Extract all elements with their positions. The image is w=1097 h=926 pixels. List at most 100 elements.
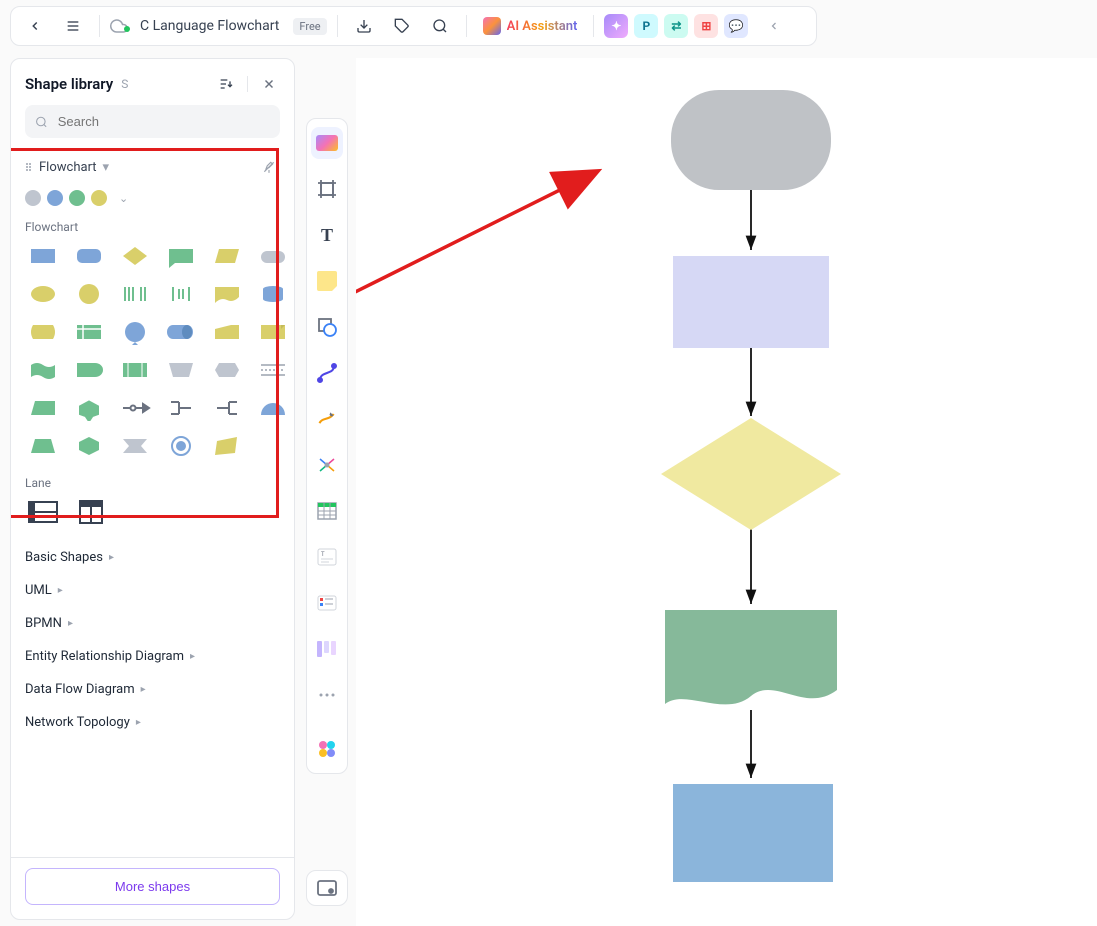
text-tool[interactable]: T: [311, 219, 343, 251]
flowchart-shape[interactable]: [71, 432, 107, 460]
text-icon: T: [321, 225, 333, 246]
flowchart-group-label: Flowchart: [25, 214, 280, 242]
minimap-toggle[interactable]: [306, 870, 348, 906]
flowchart-shape[interactable]: [25, 318, 61, 346]
flowchart-shape[interactable]: [71, 242, 107, 270]
chevron-down-icon[interactable]: ⌄: [119, 192, 128, 205]
chevron-right-icon: ▸: [136, 717, 141, 728]
shape-category-item[interactable]: BPMN▸: [25, 616, 280, 631]
templates-tool[interactable]: [311, 127, 343, 159]
flowchart-shape[interactable]: [71, 356, 107, 384]
flowchart-shape[interactable]: [117, 356, 153, 384]
table-tool[interactable]: [311, 495, 343, 527]
flowchart-shape[interactable]: [163, 280, 199, 308]
cloud-status-icon: [110, 17, 130, 35]
lane-horizontal-shape[interactable]: [25, 498, 61, 526]
color-swatch[interactable]: [25, 190, 41, 206]
collapse-right-button[interactable]: [758, 10, 790, 42]
back-button[interactable]: [19, 10, 51, 42]
flowchart-shape[interactable]: [117, 432, 153, 460]
shape-category-item[interactable]: Data Flow Diagram▸: [25, 682, 280, 697]
flowchart-shape[interactable]: [255, 242, 291, 270]
mindmap-tool[interactable]: [311, 449, 343, 481]
more-shapes-button[interactable]: More shapes: [25, 868, 280, 905]
chevron-right-icon: ▸: [109, 552, 114, 563]
shape-category-item[interactable]: UML▸: [25, 583, 280, 598]
flowchart-shape[interactable]: [255, 318, 291, 346]
flowchart-shape[interactable]: [117, 394, 153, 422]
flowchart-shape[interactable]: [25, 432, 61, 460]
sort-button[interactable]: [215, 73, 237, 95]
mini-app-tile[interactable]: 💬: [724, 14, 748, 38]
kanban-tool[interactable]: [311, 633, 343, 665]
card-tool[interactable]: T: [311, 541, 343, 573]
canvas-process-shape-1[interactable]: [673, 256, 829, 352]
apps-tool[interactable]: [311, 733, 343, 765]
shape-tool-icon: [317, 317, 337, 337]
flowchart-shape[interactable]: [255, 394, 291, 422]
flowchart-shape[interactable]: [209, 318, 245, 346]
flowchart-shape[interactable]: [209, 356, 245, 384]
color-swatch[interactable]: [69, 190, 85, 206]
flowchart-shape[interactable]: [163, 394, 199, 422]
flowchart-shape[interactable]: [25, 242, 61, 270]
shape-tool[interactable]: [311, 311, 343, 343]
sticky-note-tool[interactable]: [311, 265, 343, 297]
flowchart-shape[interactable]: [163, 242, 199, 270]
frame-tool[interactable]: [311, 173, 343, 205]
document-title[interactable]: C Language Flowchart: [136, 18, 283, 34]
tag-button[interactable]: [386, 10, 418, 42]
list-tool[interactable]: [311, 587, 343, 619]
flowchart-category-header[interactable]: Flowchart ▾: [25, 148, 280, 186]
flowchart-shape[interactable]: [71, 318, 107, 346]
flowchart-shape[interactable]: [255, 356, 291, 384]
search-button[interactable]: [424, 10, 456, 42]
flowchart-shape[interactable]: [25, 394, 61, 422]
drag-handle-icon: [25, 162, 35, 172]
flowchart-shape[interactable]: [25, 280, 61, 308]
pen-tool[interactable]: [311, 403, 343, 435]
close-panel-button[interactable]: [258, 73, 280, 95]
color-swatch[interactable]: [91, 190, 107, 206]
canvas-document-shape[interactable]: [665, 610, 837, 718]
minimap-icon: [317, 880, 337, 896]
chevron-right-icon: ▸: [190, 651, 195, 662]
flowchart-shape[interactable]: [209, 242, 245, 270]
unpin-button[interactable]: [258, 156, 280, 178]
flowchart-shape[interactable]: [117, 242, 153, 270]
color-swatch[interactable]: [47, 190, 63, 206]
flowchart-shape[interactable]: [71, 394, 107, 422]
canvas-terminator-shape[interactable]: [671, 90, 831, 194]
flowchart-shape[interactable]: [163, 318, 199, 346]
flowchart-shape[interactable]: [71, 280, 107, 308]
search-input[interactable]: [56, 113, 270, 130]
canvas[interactable]: [356, 58, 1097, 926]
flowchart-shape[interactable]: [255, 280, 291, 308]
menu-button[interactable]: [57, 10, 89, 42]
flowchart-shape[interactable]: [209, 394, 245, 422]
more-tools[interactable]: [311, 679, 343, 711]
ai-assistant-button[interactable]: AI Assistant: [477, 17, 584, 35]
search-field[interactable]: [25, 105, 280, 138]
shape-category-item[interactable]: Entity Relationship Diagram▸: [25, 649, 280, 664]
mini-app-tile[interactable]: P: [634, 14, 658, 38]
mini-app-tile[interactable]: ⇄: [664, 14, 688, 38]
flowchart-shape[interactable]: [117, 318, 153, 346]
flowchart-shape[interactable]: [163, 356, 199, 384]
canvas-decision-shape[interactable]: [661, 418, 841, 534]
mini-app-tile[interactable]: ✦: [604, 14, 628, 38]
flowchart-category-label: Flowchart: [39, 160, 97, 175]
shape-category-item[interactable]: Network Topology▸: [25, 715, 280, 730]
lane-vertical-shape[interactable]: [73, 498, 109, 526]
canvas-process-shape-2[interactable]: [673, 784, 833, 886]
flowchart-shape[interactable]: [117, 280, 153, 308]
free-badge: Free: [293, 18, 326, 35]
flowchart-shape[interactable]: [209, 280, 245, 308]
mini-app-tile[interactable]: ⊞: [694, 14, 718, 38]
shape-category-item[interactable]: Basic Shapes▸: [25, 550, 280, 565]
flowchart-shape[interactable]: [25, 356, 61, 384]
flowchart-shape[interactable]: [163, 432, 199, 460]
flowchart-shape[interactable]: [209, 432, 245, 460]
connector-tool[interactable]: [311, 357, 343, 389]
download-button[interactable]: [348, 10, 380, 42]
